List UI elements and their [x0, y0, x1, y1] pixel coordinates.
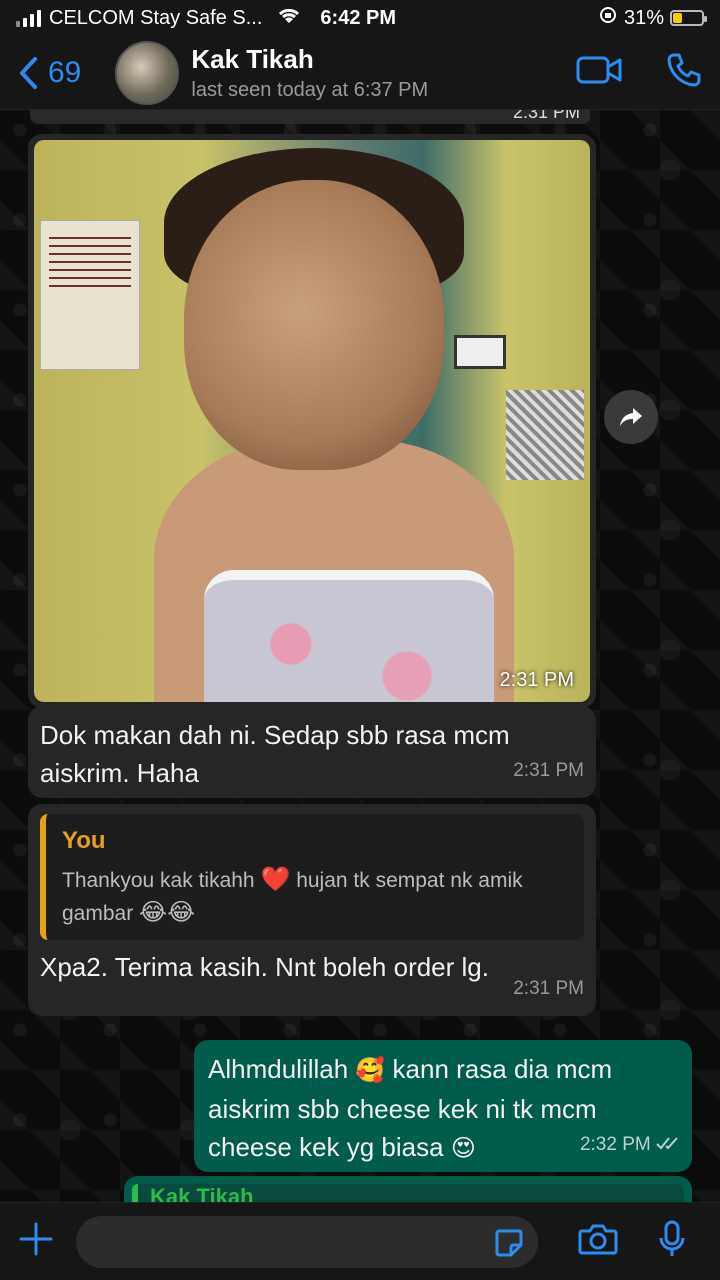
- carrier-label: CELCOM Stay Safe S...: [49, 6, 263, 29]
- image-message[interactable]: 2:31 PM: [28, 134, 596, 708]
- message-time: 2:31 PM: [513, 978, 584, 999]
- text-span: Alhmdulillah: [208, 1054, 349, 1084]
- plus-icon: [19, 1222, 53, 1256]
- partial-outgoing-message[interactable]: Kak Tikah: [124, 1176, 692, 1202]
- camera-button[interactable]: [578, 1223, 618, 1260]
- phone-icon: [667, 53, 701, 87]
- child-dress: [204, 570, 494, 702]
- message-time: 2:31 PM: [499, 669, 574, 691]
- video-call-button[interactable]: [576, 55, 622, 90]
- previous-image-bubble[interactable]: 2:31 PM: [30, 110, 590, 124]
- message-line: aiskrim sbb cheese kek ni tk mcm: [208, 1094, 597, 1124]
- tv-screen: [454, 335, 506, 369]
- incoming-reply-message[interactable]: You Thankyou kak tikahh ❤️ hujan tk semp…: [28, 804, 596, 1016]
- chat-header: 69 Kak Tikah last seen today at 6:37 PM: [0, 36, 720, 110]
- sticker-button[interactable]: [494, 1228, 524, 1263]
- signal-icon: [16, 9, 41, 27]
- video-call-icon: [576, 56, 622, 84]
- chevron-left-icon: [20, 56, 37, 89]
- voice-call-button[interactable]: [666, 52, 702, 93]
- child-photo[interactable]: 2:31 PM: [34, 140, 590, 702]
- wall-poster: [40, 220, 140, 370]
- message-line: Alhmdulillah 🥰 kann rasa dia mcm: [208, 1050, 678, 1090]
- battery-icon: [670, 10, 707, 26]
- attach-button[interactable]: [18, 1221, 54, 1262]
- message-time: 2:31 PM: [512, 110, 580, 122]
- quoted-message[interactable]: You Thankyou kak tikahh ❤️ hujan tk semp…: [40, 814, 584, 940]
- avatar[interactable]: [115, 40, 180, 105]
- camera-icon: [578, 1224, 618, 1255]
- outgoing-message[interactable]: Alhmdulillah 🥰 kann rasa dia mcm aiskrim…: [194, 1040, 692, 1172]
- time-text: 2:32 PM: [579, 1134, 651, 1155]
- quote-text: Thankyou kak tikahh ❤️ hujan tk sempat n…: [62, 864, 572, 930]
- message-line: Dok makan dah ni. Sedap sbb rasa mcm: [40, 720, 510, 750]
- message-text: Dok makan dah ni. Sedap sbb rasa mcm ais…: [40, 716, 584, 792]
- message-input-wrapper: [54, 1215, 538, 1268]
- quote-line: gambar: [62, 902, 134, 925]
- last-seen-status: last seen today at 6:37 PM: [191, 78, 429, 101]
- laughing-emoji: 😂: [167, 899, 196, 926]
- back-button[interactable]: 69: [18, 56, 81, 90]
- forward-icon: [620, 408, 642, 426]
- clock: 6:42 PM: [320, 6, 397, 29]
- wifi-icon: [276, 5, 302, 31]
- quote-line: hujan tk sempat nk amik: [296, 869, 523, 892]
- message-list[interactable]: 2:31 PM 2:31 PM Dok makan dah ni. Sedap …: [0, 110, 720, 1202]
- unread-count: 69: [48, 55, 82, 89]
- quote-author: You: [62, 827, 106, 854]
- battery-percent: 31%: [623, 6, 664, 29]
- laughing-emoji: 😂: [139, 899, 168, 926]
- status-bar: CELCOM Stay Safe S... 6:42 PM 31%: [0, 0, 720, 36]
- quote-author: Kak Tikah: [132, 1184, 684, 1202]
- incoming-message[interactable]: Dok makan dah ni. Sedap sbb rasa mcm ais…: [28, 706, 596, 798]
- heart-emoji: ❤️: [260, 866, 291, 893]
- message-time: 2:31 PM: [513, 760, 584, 781]
- text-span: cheese kek yg biasa: [208, 1132, 444, 1162]
- curtain: [506, 390, 584, 480]
- contact-name: Kak Tikah: [191, 43, 314, 74]
- rotation-lock-icon: [598, 5, 618, 31]
- message-input[interactable]: [76, 1215, 538, 1268]
- heart-eyes-emoji: 😍: [450, 1135, 476, 1162]
- smiling-hearts-emoji: 🥰: [355, 1057, 386, 1084]
- message-line: aiskrim. Haha: [40, 758, 199, 788]
- quote-line: Thankyou kak tikahh: [62, 869, 255, 892]
- voice-message-button[interactable]: [658, 1220, 686, 1263]
- read-receipt-icon: [656, 1137, 678, 1150]
- child-face: [184, 180, 444, 470]
- microphone-icon: [659, 1220, 685, 1256]
- sticker-icon: [495, 1229, 523, 1256]
- message-text: Xpa2. Terima kasih. Nnt boleh order lg.: [40, 952, 489, 982]
- message-time: 2:32 PM: [580, 1126, 680, 1164]
- composer-bar: [0, 1202, 720, 1280]
- forward-button[interactable]: [604, 390, 658, 444]
- contact-info[interactable]: Kak Tikah last seen today at 6:37 PM: [191, 44, 428, 102]
- text-span: kann rasa dia mcm: [392, 1054, 613, 1084]
